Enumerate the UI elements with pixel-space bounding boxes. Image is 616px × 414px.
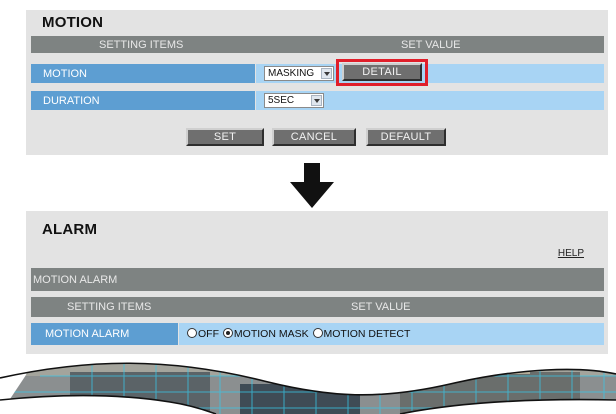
radio-motion-mask-label: MOTION MASK xyxy=(233,328,309,340)
motion-mode-select[interactable]: MASKING xyxy=(264,66,334,81)
set-button-label: SET xyxy=(213,131,237,143)
radio-motion-mask-circle[interactable] xyxy=(222,328,233,338)
down-arrow-icon xyxy=(290,163,334,208)
motion-alarm-section-title: MOTION ALARM xyxy=(33,273,118,286)
alarm-set-value-header: SET VALUE xyxy=(351,301,411,313)
setting-items-header: SETTING ITEMS xyxy=(99,38,184,51)
cancel-button[interactable]: CANCEL xyxy=(272,128,356,146)
set-value-header: SET VALUE xyxy=(401,38,461,51)
motion-title: MOTION xyxy=(42,14,104,31)
default-button-label: DEFAULT xyxy=(380,131,432,143)
motion-mode-select-value: MASKING xyxy=(268,68,315,79)
chevron-down-icon xyxy=(311,95,322,106)
motion-alarm-row-label: MOTION ALARM xyxy=(31,323,178,345)
duration-select-value: 5SEC xyxy=(268,95,295,106)
cancel-button-label: CANCEL xyxy=(290,131,338,143)
motion-row-label-text: MOTION xyxy=(43,67,87,80)
alarm-table-header: SETTING ITEMS SET VALUE xyxy=(31,297,604,317)
camera-preview-image xyxy=(0,354,616,414)
chevron-down-icon xyxy=(321,68,332,79)
duration-select[interactable]: 5SEC xyxy=(264,93,324,108)
set-button[interactable]: SET xyxy=(186,128,264,146)
radio-motion-detect-circle[interactable] xyxy=(312,328,323,338)
detail-highlight-box xyxy=(336,59,428,86)
radio-motion-mask[interactable]: MOTION MASK xyxy=(222,328,309,340)
alarm-setting-items-header: SETTING ITEMS xyxy=(67,301,152,313)
duration-row-label: DURATION xyxy=(31,91,255,110)
motion-panel: MOTION SETTING ITEMS SET VALUE MOTION MA… xyxy=(26,10,608,155)
motion-table-header: SETTING ITEMS SET VALUE xyxy=(31,36,604,53)
help-link[interactable]: HELP xyxy=(558,248,584,259)
alarm-title: ALARM xyxy=(42,221,98,238)
radio-off-label: OFF xyxy=(198,328,219,340)
motion-alarm-section-header: MOTION ALARM xyxy=(31,268,604,291)
radio-off-circle[interactable] xyxy=(187,328,197,338)
radio-motion-detect-label: MOTION DETECT xyxy=(323,328,411,340)
default-button[interactable]: DEFAULT xyxy=(366,128,446,146)
duration-row-label-text: DURATION xyxy=(43,94,100,107)
motion-alarm-row-label-text: MOTION ALARM xyxy=(45,328,130,340)
motion-alarm-radio-group: OFF MOTION MASK MOTION DETECT xyxy=(187,328,411,340)
radio-off[interactable]: OFF xyxy=(187,328,219,340)
motion-row-label: MOTION xyxy=(31,64,255,83)
radio-motion-detect[interactable]: MOTION DETECT xyxy=(312,328,411,340)
